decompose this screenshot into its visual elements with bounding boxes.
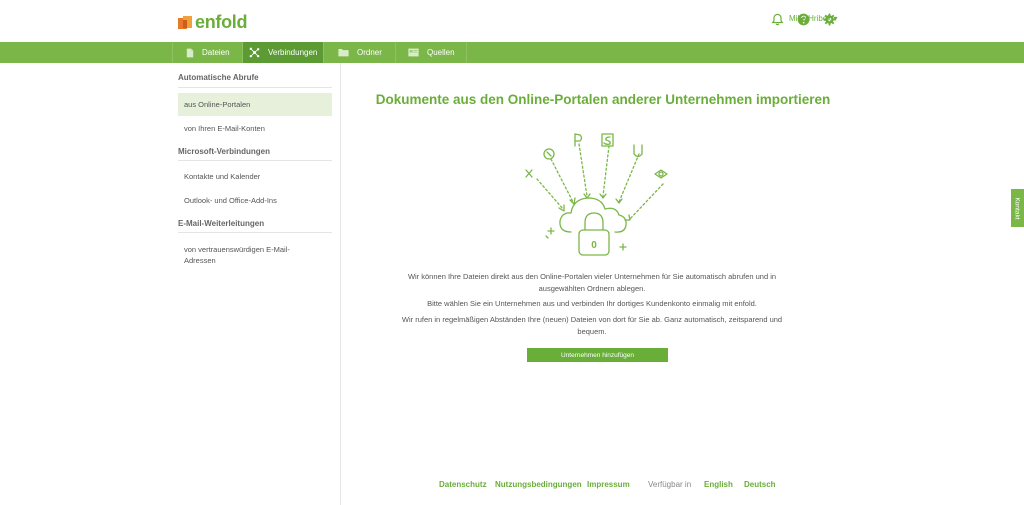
kontakt-side-tab[interactable]: Kontakt (1011, 189, 1024, 227)
tab-ordner[interactable]: Ordner (338, 42, 382, 63)
sidebar-heading-microsoft: Microsoft-Verbindungen (178, 147, 270, 156)
description-paragraph-1: Wir können Ihre Dateien direkt aus den O… (407, 272, 777, 293)
cloud-lock-illustration: 0 (525, 133, 668, 256)
user-menu-dropdown[interactable]: Mike Hribek ▾ (789, 14, 837, 23)
sidebar-item-email-konten[interactable]: von Ihren E-Mail-Konten (178, 123, 332, 134)
sidebar: Automatische Abrufe aus Online-Portalen … (178, 63, 341, 505)
footer-available-label: Verfügbar in (648, 480, 692, 489)
sources-icon (408, 48, 419, 57)
notification-bell-icon[interactable] (770, 12, 784, 26)
tab-verbindungen[interactable]: Verbindungen (243, 42, 323, 63)
file-icon (186, 48, 194, 58)
enfold-logo[interactable]: enfold (178, 12, 248, 33)
sidebar-heading-automatic: Automatische Abrufe (178, 73, 259, 82)
sidebar-item-online-portale[interactable]: aus Online-Portalen (178, 93, 332, 116)
kontakt-label: Kontakt (1014, 196, 1022, 220)
tab-label: Ordner (357, 48, 382, 57)
tab-label: Dateien (202, 48, 230, 57)
sidebar-divider (178, 160, 332, 161)
page-title: Dokumente aus den Online-Portalen andere… (375, 92, 831, 107)
sidebar-item-kontakte-kalender[interactable]: Kontakte und Kalender (178, 171, 332, 182)
lock-digit: 0 (591, 240, 597, 251)
main-navigation: Dateien Verbindungen Ordner Quellen (0, 42, 1024, 63)
sidebar-divider (178, 87, 332, 88)
network-icon (249, 47, 260, 58)
folder-icon (338, 48, 349, 57)
nav-divider (172, 42, 173, 63)
app-header: enfold Mike Hribek ▾ (0, 0, 1024, 42)
sidebar-item-outlook-addins[interactable]: Outlook- und Office-Add-Ins (178, 195, 332, 206)
sidebar-heading-forwarding: E-Mail-Weiterleitungen (178, 219, 265, 228)
tab-label: Quellen (427, 48, 455, 57)
footer-language-deutsch[interactable]: Deutsch (744, 480, 776, 489)
description-paragraph-2: Bitte wählen Sie ein Unternehmen aus und… (427, 299, 757, 308)
footer-link-nutzungsbedingungen[interactable]: Nutzungsbedingungen (495, 480, 582, 489)
logo-mark-icon (178, 15, 192, 29)
tab-quellen[interactable]: Quellen (408, 42, 455, 63)
add-company-button[interactable]: Unternehmen hinzufügen (527, 348, 668, 362)
logo-text: enfold (195, 12, 248, 32)
nav-divider (466, 42, 467, 63)
nav-divider (323, 42, 324, 63)
tab-label: Verbindungen (268, 48, 318, 57)
tab-dateien[interactable]: Dateien (186, 42, 230, 63)
footer-link-datenschutz[interactable]: Datenschutz (439, 480, 487, 489)
footer-link-impressum[interactable]: Impressum (587, 480, 630, 489)
sidebar-item-trusted-email[interactable]: von vertrauenswürdigen E-Mail-Adressen (178, 244, 308, 266)
footer-language-english[interactable]: English (704, 480, 733, 489)
sidebar-divider (178, 232, 332, 233)
nav-divider (395, 42, 396, 63)
description-paragraph-3: Wir rufen in regelmäßigen Abständen Ihre… (401, 315, 783, 336)
